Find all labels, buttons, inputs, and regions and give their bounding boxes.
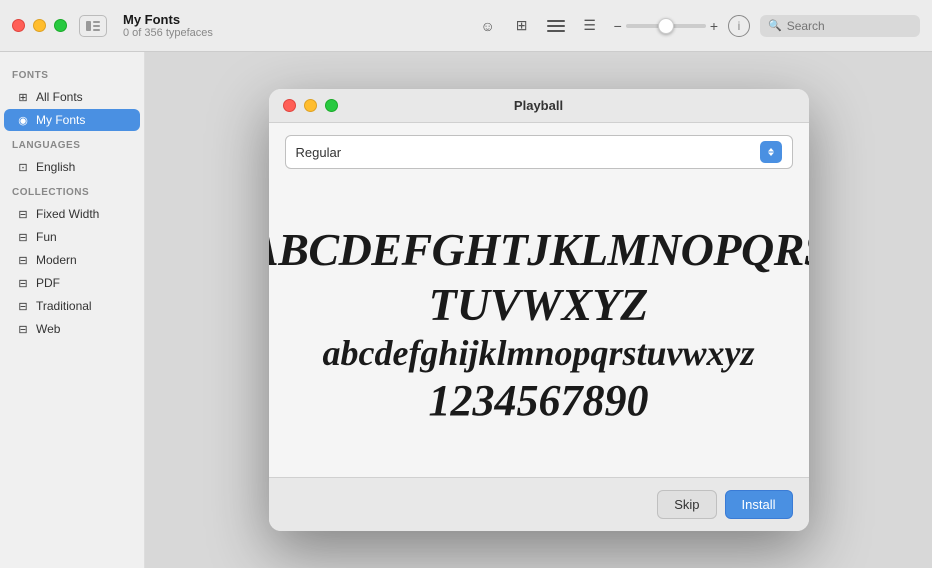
sidebar-section-collections: Collections [0, 179, 144, 202]
modal-close-button[interactable] [283, 99, 296, 112]
sidebar-item-all-fonts-label: All Fonts [36, 90, 83, 104]
sidebar-item-fixed-width-label: Fixed Width [36, 207, 99, 221]
preview-numbers: 1234567890 [429, 375, 649, 428]
slider-track[interactable] [626, 24, 706, 28]
toolbar-icons: ☺ ⊞ ☰ [474, 15, 604, 37]
sidebar-section-fonts: Fonts [0, 62, 144, 85]
search-icon: 🔍 [768, 19, 782, 32]
maximize-button[interactable] [54, 19, 67, 32]
modal-minimize-button[interactable] [304, 99, 317, 112]
sidebar-toggle-button[interactable] [79, 15, 107, 37]
font-install-dialog: Playball Regular [269, 89, 809, 531]
fun-icon: ⊟ [16, 230, 30, 244]
fixed-width-icon: ⊟ [16, 207, 30, 221]
traditional-icon: ⊟ [16, 299, 30, 313]
main-content: Fonts ⊞ All Fonts ◉ My Fonts Languages ⊡… [0, 52, 932, 568]
font-variant-arrow-icon[interactable] [760, 141, 782, 163]
preview-uppercase-1: ABCDEFGHTJKLMNOPQRS [269, 222, 809, 277]
close-button[interactable] [12, 19, 25, 32]
sidebar-item-english[interactable]: ⊡ English [4, 156, 140, 178]
install-button[interactable]: Install [725, 490, 793, 519]
sidebar-item-my-fonts-label: My Fonts [36, 113, 85, 127]
sidebar-item-modern-label: Modern [36, 253, 77, 267]
minimize-button[interactable] [33, 19, 46, 32]
list-view-icon[interactable] [542, 15, 570, 37]
modal-title: Playball [514, 98, 563, 113]
sidebar-item-fun[interactable]: ⊟ Fun [4, 226, 140, 248]
sidebar-item-web-label: Web [36, 322, 60, 336]
preview-uppercase-2: TUVWXYZ [429, 277, 649, 332]
sidebar-item-traditional-label: Traditional [36, 299, 92, 313]
slider-plus-icon[interactable]: + [710, 18, 718, 34]
size-slider[interactable]: − + [614, 18, 718, 34]
modal-overlay: Playball Regular [145, 52, 932, 568]
window-title: My Fonts [123, 12, 454, 27]
info-button[interactable]: i [728, 15, 750, 37]
font-variant-selector[interactable]: Regular [285, 135, 793, 169]
sidebar-item-english-label: English [36, 160, 75, 174]
title-bar: My Fonts 0 of 356 typefaces ☺ ⊞ ☰ − + i … [0, 0, 932, 52]
right-panel: Playball Regular [145, 52, 932, 568]
window-subtitle: 0 of 356 typefaces [123, 27, 454, 39]
window-controls [12, 19, 67, 32]
font-preview-area: ABCDEFGHTJKLMNOPQRS TUVWXYZ abcdefghijkl… [285, 185, 793, 465]
sidebar-item-pdf[interactable]: ⊟ PDF [4, 272, 140, 294]
skip-button[interactable]: Skip [657, 490, 716, 519]
grid-view-icon[interactable]: ⊞ [508, 15, 536, 37]
web-icon: ⊟ [16, 322, 30, 336]
search-input[interactable] [787, 19, 912, 33]
modal-title-bar: Playball [269, 89, 809, 123]
my-fonts-icon: ◉ [16, 113, 30, 127]
font-variant-label: Regular [296, 145, 342, 160]
modal-window-controls [283, 99, 338, 112]
window-title-section: My Fonts 0 of 356 typefaces [123, 12, 454, 39]
all-fonts-icon: ⊞ [16, 90, 30, 104]
modal-maximize-button[interactable] [325, 99, 338, 112]
sidebar-section-languages: Languages [0, 132, 144, 155]
pdf-icon: ⊟ [16, 276, 30, 290]
sidebar-item-pdf-label: PDF [36, 276, 60, 290]
detail-view-icon[interactable]: ☰ [576, 15, 604, 37]
sidebar-item-my-fonts[interactable]: ◉ My Fonts [4, 109, 140, 131]
sidebar-item-all-fonts[interactable]: ⊞ All Fonts [4, 86, 140, 108]
english-icon: ⊡ [16, 160, 30, 174]
sidebar-item-fixed-width[interactable]: ⊟ Fixed Width [4, 203, 140, 225]
modal-footer: Skip Install [269, 477, 809, 531]
search-bar[interactable]: 🔍 [760, 15, 920, 37]
sidebar-item-fun-label: Fun [36, 230, 57, 244]
sidebar: Fonts ⊞ All Fonts ◉ My Fonts Languages ⊡… [0, 52, 145, 568]
sidebar-item-modern[interactable]: ⊟ Modern [4, 249, 140, 271]
emoji-view-icon[interactable]: ☺ [474, 15, 502, 37]
preview-lowercase: abcdefghijklmnopqrstuvwxyz [322, 332, 754, 375]
sidebar-item-traditional[interactable]: ⊟ Traditional [4, 295, 140, 317]
slider-minus-icon[interactable]: − [614, 18, 622, 34]
modal-body: Regular ABCDEFGHTJKLMNOPQRS TUVWXYZ abcd [269, 123, 809, 477]
slider-thumb[interactable] [658, 18, 674, 34]
sidebar-item-web[interactable]: ⊟ Web [4, 318, 140, 340]
modern-icon: ⊟ [16, 253, 30, 267]
